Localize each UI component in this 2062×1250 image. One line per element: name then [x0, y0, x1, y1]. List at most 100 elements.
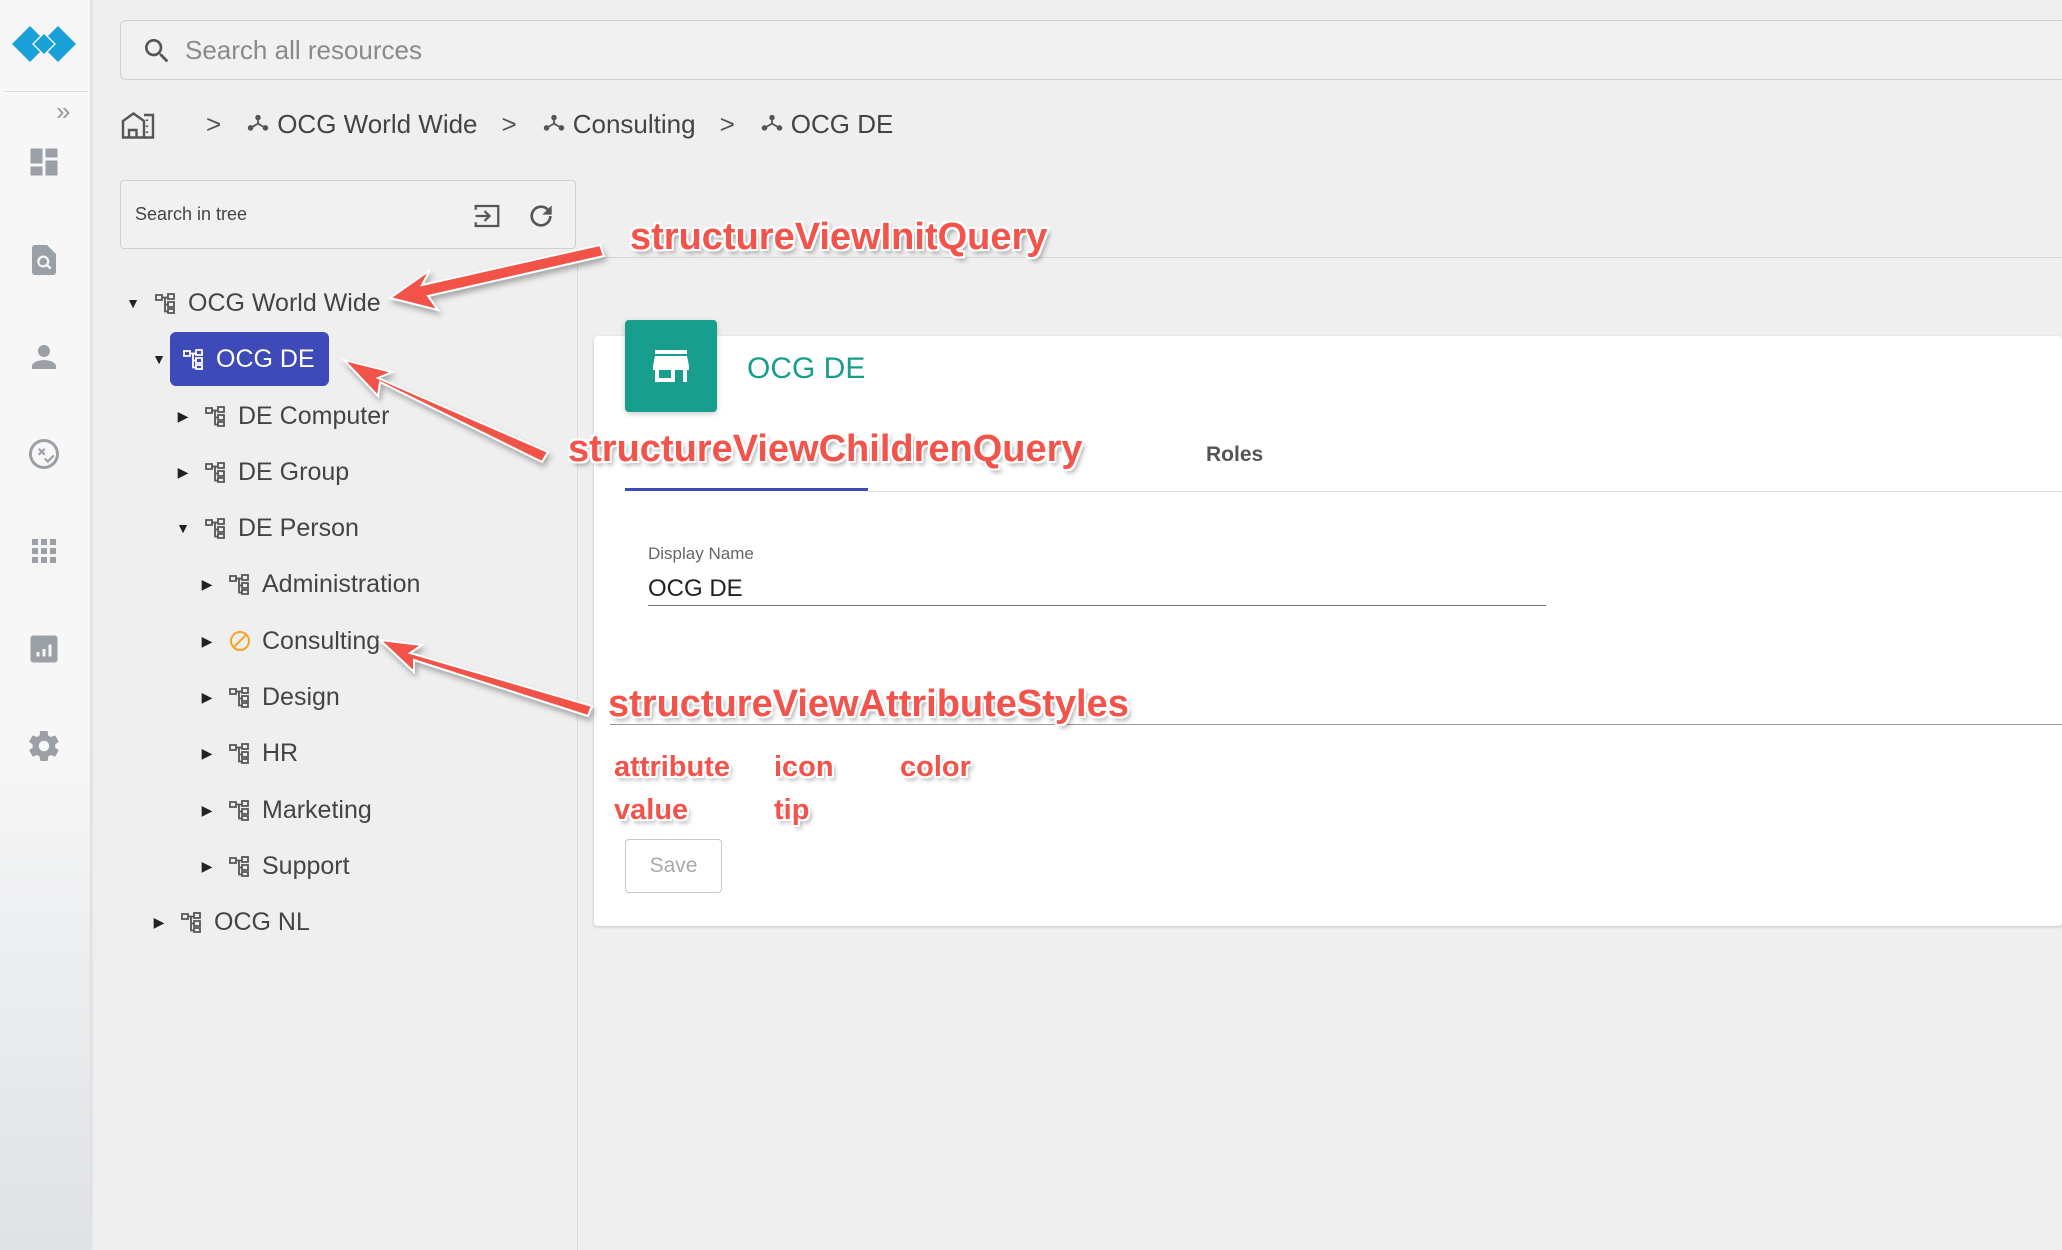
tree-node[interactable]: ▶ HR: [194, 733, 299, 773]
arrow-attribute-styles: [377, 638, 594, 718]
display-name-field[interactable]: OCG DE: [648, 575, 743, 603]
tree-node-label: HR: [262, 738, 299, 767]
reports-icon[interactable]: [26, 631, 62, 667]
tab-roles[interactable]: Roles: [1206, 443, 1263, 467]
tree-node[interactable]: ▼ OCG World Wide: [120, 283, 381, 323]
expand-rail-icon[interactable]: »: [56, 97, 84, 125]
panel-divider: [577, 256, 578, 1250]
tree-node[interactable]: ▶ Design: [194, 677, 340, 717]
breadcrumb-item[interactable]: Consulting: [543, 109, 696, 140]
org-unit-icon: [761, 114, 782, 131]
org-unit-icon: [204, 460, 228, 484]
org-unit-icon: [228, 854, 252, 878]
rail-divider: [4, 91, 88, 92]
tree-node-label: DE Person: [238, 513, 359, 542]
tree-node[interactable]: ▶ Consulting: [194, 621, 381, 661]
org-unit-icon: [247, 114, 269, 131]
tree-node[interactable]: ▶ Support: [194, 846, 350, 886]
breadcrumb-item[interactable]: OCG World Wide: [247, 109, 478, 140]
approval-icon[interactable]: [26, 436, 62, 472]
detail-card: [594, 336, 2062, 926]
tree-node-label: OCG DE: [216, 344, 315, 373]
store-badge: [625, 320, 717, 412]
breadcrumb: > OCG World Wide > Consulting > OCG DE: [120, 104, 893, 144]
expand-toggle-icon[interactable]: ▶: [170, 464, 196, 481]
expand-toggle-icon[interactable]: ▶: [194, 689, 220, 706]
arrow-init-query: [387, 243, 606, 312]
tree-node-label: OCG NL: [214, 907, 310, 936]
org-unit-icon: [228, 798, 252, 822]
apps-grid-icon[interactable]: [26, 533, 62, 569]
tree-node[interactable]: ▶ DE Group: [170, 452, 350, 492]
expand-toggle-icon[interactable]: ▶: [194, 576, 220, 593]
org-unit-icon: [182, 347, 206, 371]
tab-bar-divider: [868, 491, 2062, 492]
tree-node-label: Support: [262, 851, 350, 880]
display-name-underline: [648, 605, 1546, 606]
tree-node[interactable]: ▶ DE Computer: [170, 396, 390, 436]
breadcrumb-separator: >: [719, 108, 735, 139]
org-unit-icon: [228, 572, 252, 596]
breadcrumb-separator: >: [501, 108, 517, 139]
annotation-value: value: [614, 794, 689, 826]
org-unit-icon: [228, 685, 252, 709]
active-tab-indicator: [625, 488, 868, 491]
global-search-input[interactable]: Search all resources: [120, 20, 2062, 80]
tree-node-label: Consulting: [262, 626, 381, 655]
tree-node[interactable]: ▶ Marketing: [194, 790, 372, 830]
search-placeholder: Search all resources: [185, 35, 422, 65]
collapse-toggle-icon[interactable]: ▼: [170, 520, 196, 536]
tree-node-label: Marketing: [262, 795, 372, 824]
tree-search-placeholder: Search in tree: [135, 204, 248, 224]
org-unit-icon: [228, 741, 252, 765]
tree-node[interactable]: ▶ OCG NL: [146, 902, 310, 942]
expand-toggle-icon[interactable]: ▶: [194, 745, 220, 762]
tree-node-label: OCG World Wide: [188, 288, 381, 317]
annotation-color: color: [900, 751, 971, 783]
display-name-label: Display Name: [648, 544, 754, 563]
annotation-init-query: structureViewInitQuery: [630, 216, 1048, 258]
annotation-tip: tip: [774, 794, 810, 826]
tree-node[interactable]: ▶ Administration: [194, 564, 421, 604]
breadcrumb-separator: >: [206, 108, 222, 139]
org-unit-icon: [154, 291, 178, 315]
expand-selection-icon[interactable]: [470, 201, 504, 231]
tree-node[interactable]: ▼ DE Person: [170, 508, 359, 548]
store-icon: [653, 350, 689, 382]
refresh-icon[interactable]: [525, 200, 557, 232]
tree-node-label: DE Computer: [238, 401, 390, 430]
search-icon: [145, 39, 169, 63]
search-document-icon[interactable]: [26, 242, 62, 278]
settings-gear-icon[interactable]: [26, 728, 62, 764]
expand-toggle-icon[interactable]: ▶: [146, 914, 172, 931]
nav-rail: »: [0, 0, 90, 1250]
home-building-icon[interactable]: [120, 106, 156, 142]
org-unit-icon: [204, 404, 228, 428]
dashboard-icon[interactable]: [26, 144, 62, 180]
annotation-children-query: structureViewChildrenQuery: [568, 428, 1083, 470]
tree-search-input[interactable]: Search in tree: [120, 180, 576, 249]
expand-toggle-icon[interactable]: ▶: [194, 802, 220, 819]
org-unit-icon: [543, 114, 564, 131]
tree-node-label: Administration: [262, 569, 421, 598]
tree-node[interactable]: ▼ OCG DE: [152, 332, 329, 386]
tree-node-label: Design: [262, 682, 340, 711]
collapse-toggle-icon[interactable]: ▼: [146, 351, 172, 367]
save-button[interactable]: Save: [625, 839, 722, 893]
collapse-toggle-icon[interactable]: ▼: [120, 295, 146, 311]
breadcrumb-item[interactable]: OCG DE: [761, 109, 893, 140]
tree-node-label: DE Group: [238, 457, 350, 486]
person-icon[interactable]: [26, 339, 62, 375]
annotation-attribute: attribute: [614, 751, 730, 783]
blocked-icon: [228, 629, 252, 653]
expand-toggle-icon[interactable]: ▶: [170, 408, 196, 425]
rail-background: [0, 750, 90, 1250]
annotation-attribute-styles: structureViewAttributeStyles: [608, 683, 1129, 725]
expand-toggle-icon[interactable]: ▶: [194, 858, 220, 875]
org-unit-icon: [204, 516, 228, 540]
org-unit-icon: [180, 910, 204, 934]
annotation-icon: icon: [774, 751, 834, 783]
expand-toggle-icon[interactable]: ▶: [194, 633, 220, 650]
app-logo[interactable]: [10, 20, 78, 68]
detail-title: OCG DE: [747, 352, 866, 385]
